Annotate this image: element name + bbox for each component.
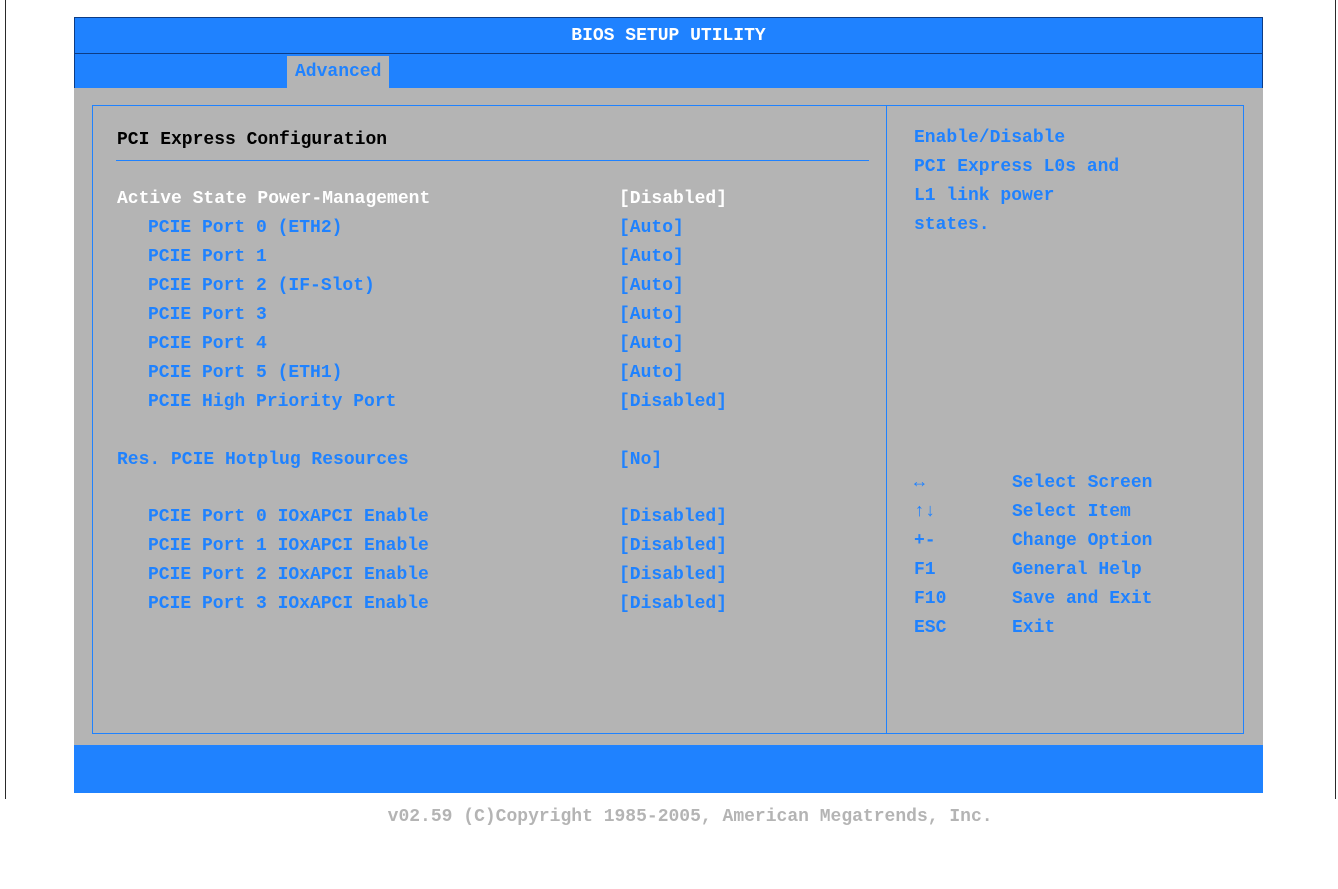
setting-label: PCIE Port 3 IOxAPCI Enable bbox=[148, 594, 429, 614]
setting-label: PCIE High Priority Port bbox=[148, 392, 397, 412]
setting-row-pcie-port-5[interactable]: PCIE Port 5 (ETH1) [Auto] bbox=[117, 359, 817, 388]
key-label: F10 bbox=[914, 589, 947, 609]
key-row-exit: ESC Exit bbox=[914, 614, 1254, 643]
key-row-general-help: F1 General Help bbox=[914, 556, 1254, 585]
setting-row-port-2-ioxapci[interactable]: PCIE Port 2 IOxAPCI Enable [Disabled] bbox=[117, 561, 817, 590]
setting-label: PCIE Port 3 bbox=[148, 305, 267, 325]
copyright-text: v02.59 (C)Copyright 1985-2005, American … bbox=[387, 807, 993, 827]
copyright-footer: v02.59 (C)Copyright 1985-2005, American … bbox=[74, 745, 1263, 827]
setting-label: Active State Power-Management bbox=[117, 189, 431, 209]
help-line: Enable/Disable bbox=[914, 128, 1066, 148]
setting-label: PCIE Port 0 (ETH2) bbox=[148, 218, 343, 238]
setting-value[interactable]: [Auto] bbox=[619, 272, 684, 301]
up-down-arrow-icon: ↑↓ bbox=[914, 502, 936, 522]
key-label: ESC bbox=[914, 618, 947, 638]
help-line: L1 link power bbox=[914, 186, 1055, 206]
key-description: Exit bbox=[1012, 618, 1056, 638]
bios-screen: BIOS SETUP UTILITY Advanced PCI Express … bbox=[74, 17, 1263, 827]
setting-label: PCIE Port 4 bbox=[148, 334, 267, 354]
setting-label: PCIE Port 2 IOxAPCI Enable bbox=[148, 565, 429, 585]
setting-value[interactable]: [Auto] bbox=[619, 243, 684, 272]
key-row-select-screen: ↔ Select Screen bbox=[914, 469, 1254, 498]
key-row-select-item: ↑↓ Select Item bbox=[914, 498, 1254, 527]
setting-value[interactable]: [Auto] bbox=[619, 330, 684, 359]
section-title: PCI Express Configuration bbox=[117, 130, 388, 150]
setting-row-aspm[interactable]: Active State Power-Management [Disabled] bbox=[117, 185, 817, 214]
setting-value[interactable]: [Auto] bbox=[619, 214, 684, 243]
key-row-change-option: +- Change Option bbox=[914, 527, 1254, 556]
key-legend: ↔ Select Screen ↑↓ Select Item +- Change… bbox=[914, 469, 1254, 643]
setting-label: Res. PCIE Hotplug Resources bbox=[117, 450, 409, 470]
key-description: Change Option bbox=[1012, 531, 1153, 551]
key-label: +- bbox=[914, 531, 936, 551]
setting-row-port-1-ioxapci[interactable]: PCIE Port 1 IOxAPCI Enable [Disabled] bbox=[117, 532, 817, 561]
left-right-arrow-icon: ↔ bbox=[914, 473, 925, 493]
help-line: states. bbox=[914, 215, 990, 235]
setting-value[interactable]: [No] bbox=[619, 446, 662, 475]
setting-row-port-0-ioxapci[interactable]: PCIE Port 0 IOxAPCI Enable [Disabled] bbox=[117, 503, 817, 532]
bios-title-bar: BIOS SETUP UTILITY bbox=[74, 17, 1263, 54]
setting-row-high-priority-port[interactable]: PCIE High Priority Port [Disabled] bbox=[117, 388, 817, 417]
setting-label: PCIE Port 2 (IF-Slot) bbox=[148, 276, 375, 296]
menu-tab-bar: Advanced bbox=[74, 54, 1263, 88]
setting-label: PCIE Port 1 bbox=[148, 247, 267, 267]
key-description: Save and Exit bbox=[1012, 589, 1153, 609]
setting-row-pcie-port-1[interactable]: PCIE Port 1 [Auto] bbox=[117, 243, 817, 272]
setting-value[interactable]: [Disabled] bbox=[619, 532, 727, 561]
setting-row-pcie-port-4[interactable]: PCIE Port 4 [Auto] bbox=[117, 330, 817, 359]
setting-row-pcie-port-3[interactable]: PCIE Port 3 [Auto] bbox=[117, 301, 817, 330]
key-label: F1 bbox=[914, 560, 936, 580]
setting-value[interactable]: [Disabled] bbox=[619, 503, 727, 532]
setting-label: PCIE Port 5 (ETH1) bbox=[148, 363, 343, 383]
setting-row-pcie-port-2[interactable]: PCIE Port 2 (IF-Slot) [Auto] bbox=[117, 272, 817, 301]
key-description: Select Item bbox=[1012, 502, 1131, 522]
key-description: General Help bbox=[1012, 560, 1142, 580]
setting-label: PCIE Port 0 IOxAPCI Enable bbox=[148, 507, 429, 527]
setting-row-hotplug-resources[interactable]: Res. PCIE Hotplug Resources [No] bbox=[117, 446, 817, 475]
section-divider bbox=[116, 160, 869, 161]
setting-label: PCIE Port 1 IOxAPCI Enable bbox=[148, 536, 429, 556]
setting-value[interactable]: [Disabled] bbox=[619, 185, 727, 214]
help-description: Enable/Disable PCI Express L0s and L1 li… bbox=[914, 124, 1234, 240]
setting-value[interactable]: [Disabled] bbox=[619, 590, 727, 619]
setting-row-port-3-ioxapci[interactable]: PCIE Port 3 IOxAPCI Enable [Disabled] bbox=[117, 590, 817, 619]
key-row-save-exit: F10 Save and Exit bbox=[914, 585, 1254, 614]
setting-value[interactable]: [Auto] bbox=[619, 301, 684, 330]
setting-row-pcie-port-0[interactable]: PCIE Port 0 (ETH2) [Auto] bbox=[117, 214, 817, 243]
help-line: PCI Express L0s and bbox=[914, 157, 1120, 177]
key-description: Select Screen bbox=[1012, 473, 1153, 493]
tab-advanced[interactable]: Advanced bbox=[287, 56, 390, 88]
setting-value[interactable]: [Disabled] bbox=[619, 388, 727, 417]
setting-value[interactable]: [Disabled] bbox=[619, 561, 727, 590]
bios-title: BIOS SETUP UTILITY bbox=[571, 26, 766, 46]
setting-value[interactable]: [Auto] bbox=[619, 359, 684, 388]
